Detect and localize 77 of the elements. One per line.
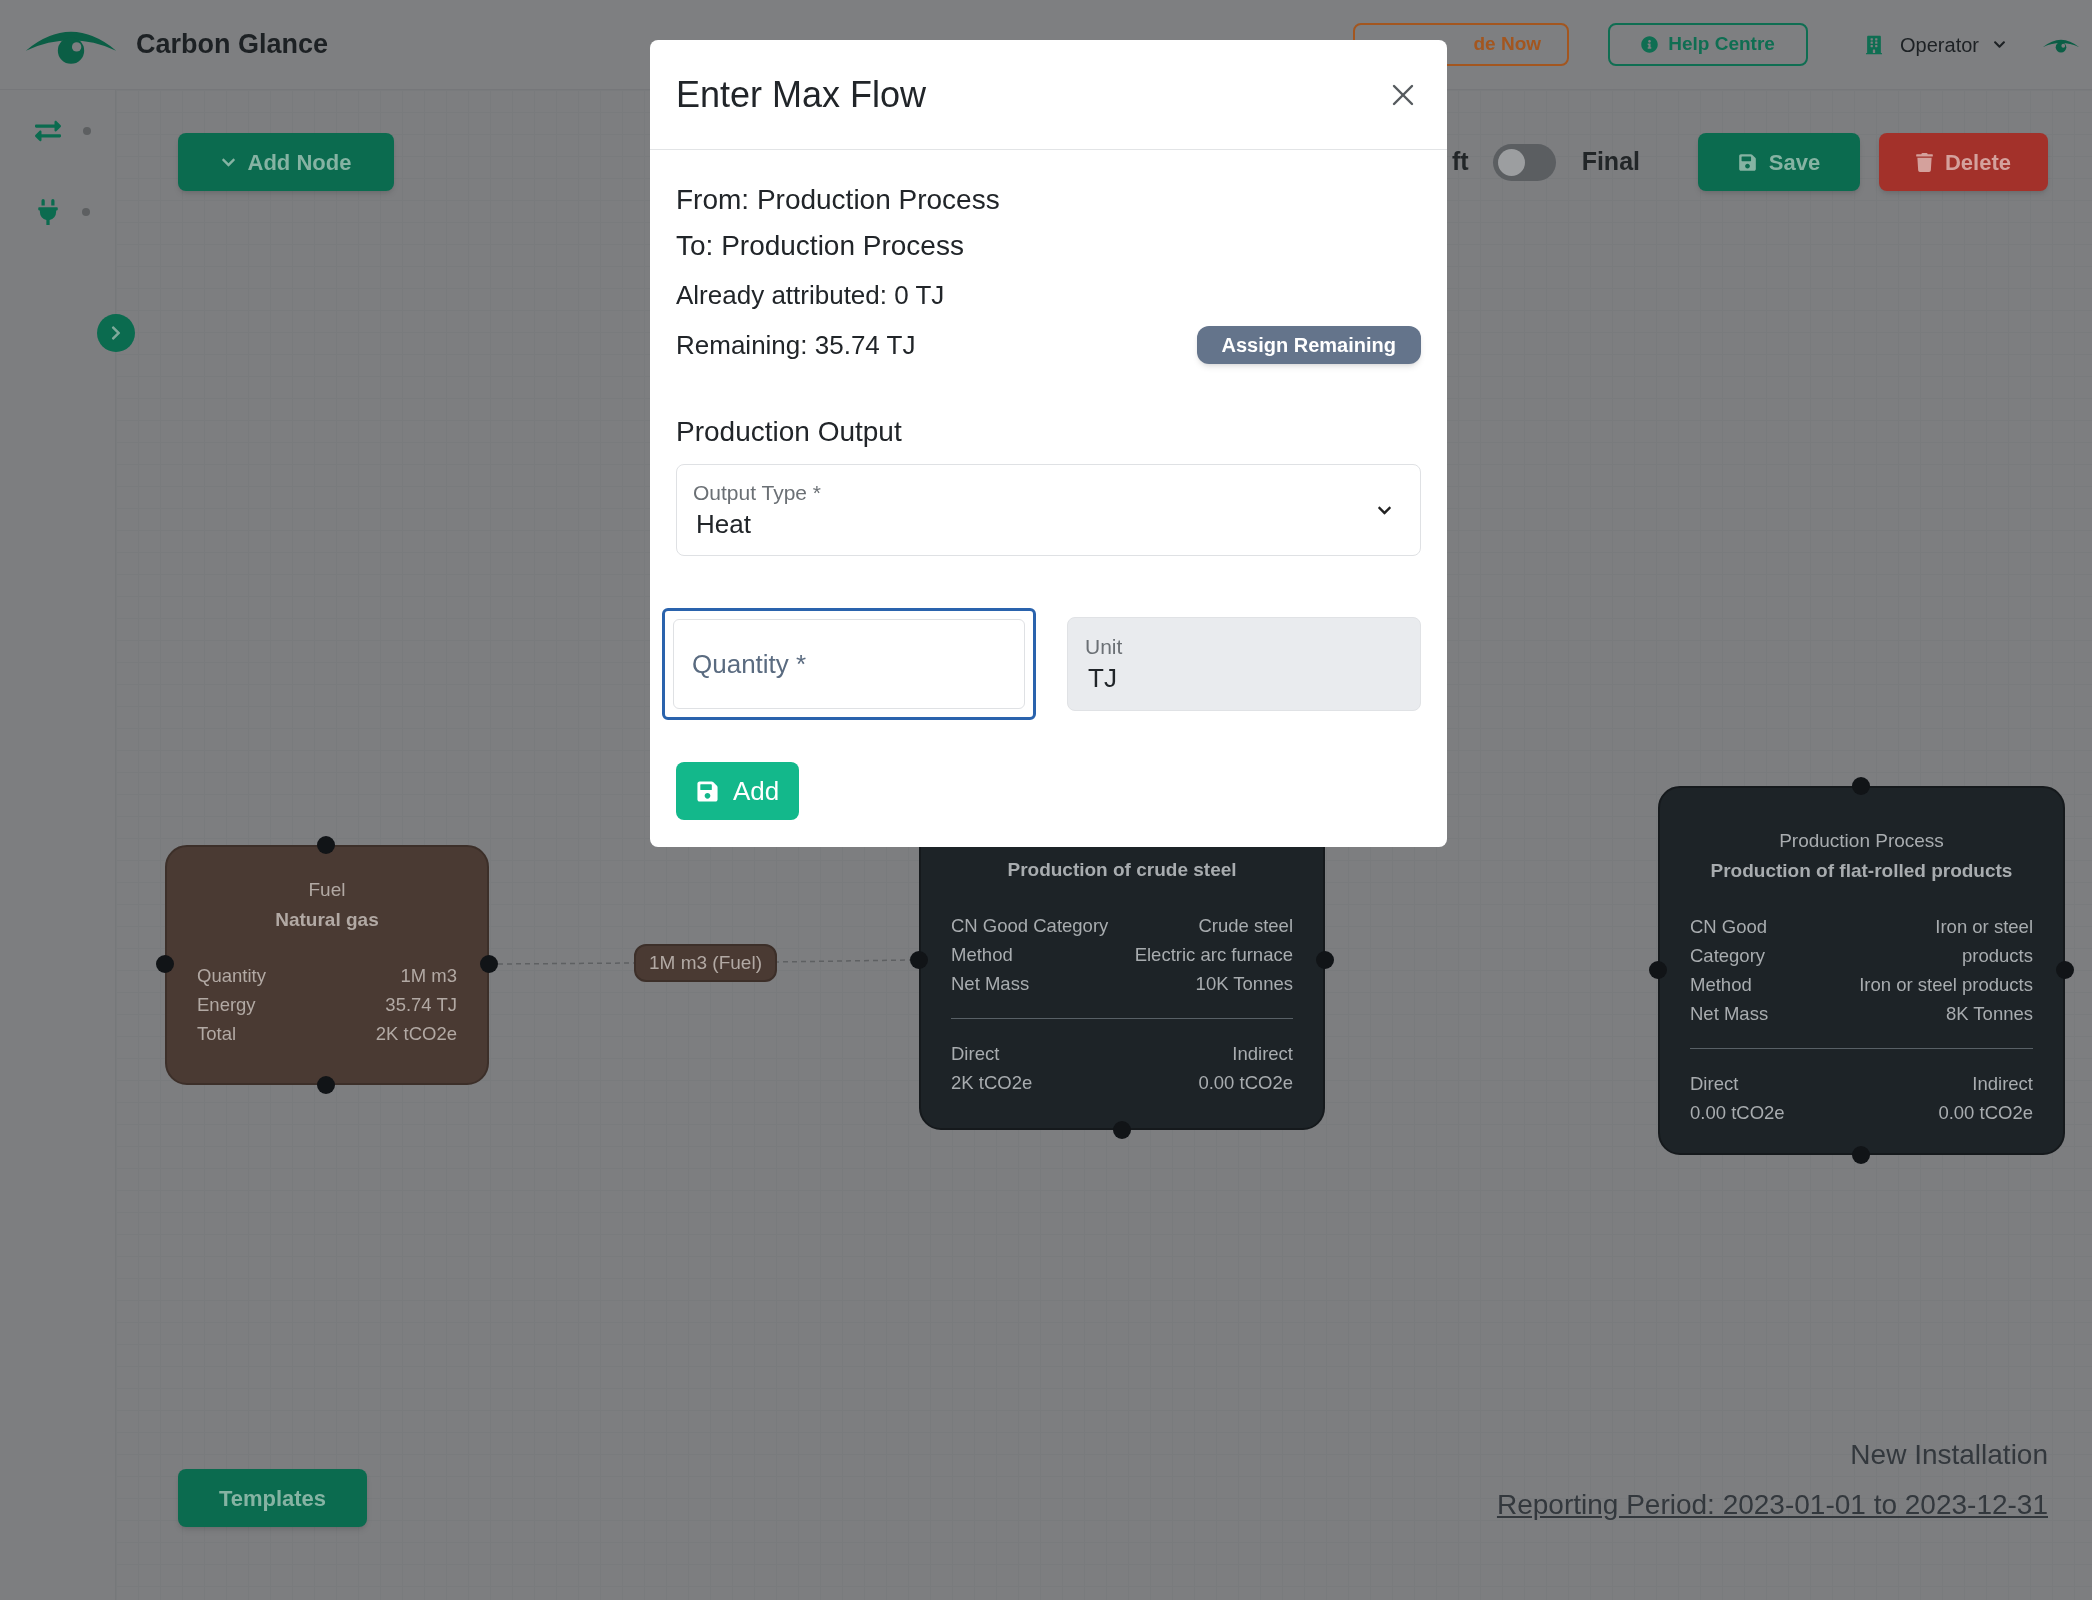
edge-label[interactable]: 1M m3 (Fuel) (634, 944, 777, 982)
field-value: 8K Tonnes (1944, 1002, 2033, 1026)
node-type: Fuel (307, 878, 347, 902)
field-label: Quantity (197, 964, 266, 988)
field-label: Net Mass (1690, 1002, 1770, 1026)
field-value: Crude steel (1197, 914, 1293, 938)
process-node[interactable]: Production Process Production of flat-rolled products CN Good Category Iron or steel products Method Iron or steel products Net Mass 8K Tonnes Direct 0.00 tCO2e Indirect 0.00 tCO2e (1658, 786, 2065, 1155)
select-label: Output Type * (693, 480, 822, 506)
from-text: From: Production Process (676, 183, 1001, 217)
emission-label: Direct (951, 1042, 1000, 1066)
field-value: Iron or steel products (1934, 915, 2033, 968)
trash-icon (1915, 152, 1933, 172)
connection-handle[interactable] (2056, 961, 2074, 979)
save-icon (1737, 152, 1757, 172)
field-label: Energy (197, 993, 257, 1017)
node-title: Production of crude steel (1006, 858, 1238, 882)
field-value: 35.74 TJ (384, 993, 457, 1017)
help-button[interactable]: Help Centre (1608, 23, 1809, 66)
field-label: Net Mass (951, 972, 1031, 996)
unit-value: TJ (1087, 662, 1118, 695)
connection-handle[interactable] (1649, 961, 1667, 979)
connection-handle[interactable] (1113, 1121, 1131, 1139)
field-value: Iron or steel products (1858, 973, 2033, 997)
to-text: To: Production Process (676, 229, 965, 263)
save-icon (696, 779, 719, 803)
connection-handle[interactable] (1316, 951, 1334, 969)
node-title: Natural gas (274, 908, 380, 932)
field-label: Method (951, 943, 1014, 967)
app-name: Carbon Glance (136, 28, 329, 62)
select-value: Heat (695, 508, 752, 541)
connection-handle[interactable] (1852, 777, 1870, 795)
remaining-text: Remaining: 35.74 TJ (676, 329, 916, 362)
field-label: CN Good Category (951, 914, 1109, 938)
connection-handle[interactable] (910, 951, 928, 969)
node-type: Production Process (1778, 829, 1945, 853)
delete-button[interactable]: Delete (1879, 133, 2048, 191)
attributed-text: Already attributed: 0 TJ (676, 279, 946, 312)
emission-value: 0.00 tCO2e (1938, 1101, 2033, 1125)
field-label: CN Good Category (1690, 915, 1769, 968)
emission-label: Indirect (1232, 1042, 1293, 1066)
emission-label: Direct (1690, 1072, 1739, 1096)
field-value: Electric arc furnace (1133, 943, 1293, 967)
unit-label: Unit (1085, 634, 1124, 660)
field-value: 1M m3 (399, 964, 457, 988)
field-label: Total (197, 1022, 238, 1046)
connection-handle[interactable] (480, 955, 498, 973)
emission-value: 0.00 tCO2e (1690, 1101, 1785, 1125)
field-label: Method (1690, 973, 1753, 997)
add-node-button[interactable]: Add Node (178, 133, 394, 191)
building-icon (1866, 34, 1883, 55)
chevron-down-icon (1993, 38, 2006, 51)
connection-handle[interactable] (317, 836, 335, 854)
emission-value: 0.00 tCO2e (1198, 1071, 1293, 1095)
status-toggle[interactable] (1492, 143, 1556, 181)
field-value: 2K tCO2e (374, 1022, 457, 1046)
output-type-select[interactable]: Output Type * Heat (676, 464, 1421, 556)
installation-name: New Installation (1850, 1438, 2048, 1472)
save-button[interactable]: Save (1698, 133, 1860, 191)
node-title: Production of flat-rolled products (1709, 859, 2014, 883)
final-label: Final (1581, 146, 1640, 178)
info-icon (1641, 36, 1659, 53)
user-menu[interactable]: Operator (1900, 29, 2006, 60)
fuel-node[interactable]: Fuel Natural gas Quantity 1M m3 Energy 35.74 TJ Total 2K tCO2e (165, 845, 489, 1085)
templates-button[interactable]: Templates (178, 1469, 367, 1527)
quantity-field[interactable]: Quantity * (662, 608, 1036, 720)
connection-handle[interactable] (156, 955, 174, 973)
emission-label: Indirect (1972, 1072, 2033, 1096)
reporting-period-link[interactable]: Reporting Period: 2023-01-01 to 2023-12-31 (1496, 1484, 2048, 1526)
section-heading: Production Output (676, 415, 903, 449)
connection-handle[interactable] (1852, 1146, 1870, 1164)
add-button[interactable]: Add (676, 762, 800, 820)
field-value: 10K Tonnes (1194, 972, 1293, 996)
dialog-title: Enter Max Flow (676, 72, 927, 117)
assign-remaining-button[interactable]: Assign Remaining (1196, 326, 1421, 364)
connection-handle[interactable] (317, 1076, 335, 1094)
emission-value: 2K tCO2e (951, 1071, 1033, 1095)
draft-label: ft (1452, 146, 1469, 178)
